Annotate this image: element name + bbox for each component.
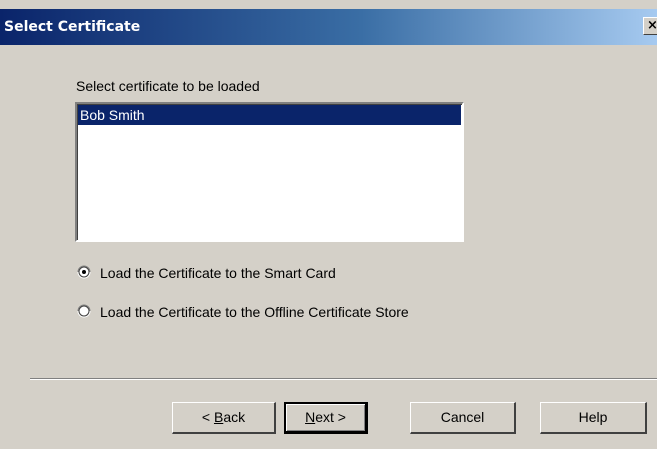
select-certificate-dialog: Select Certificate × Select certificate … [0,0,657,449]
certificate-list-label: Select certificate to be loaded [76,78,260,94]
button-separator [30,378,657,380]
back-button-rest: ack [223,409,246,425]
next-button-rest: ext > [315,409,346,425]
cancel-button[interactable]: Cancel [410,402,516,434]
back-button-prefix: < [201,409,214,425]
radio-button-checked[interactable] [77,265,91,279]
back-button-mnemonic: B [213,409,224,425]
help-button[interactable]: Help [540,402,647,434]
close-button[interactable]: × [643,17,657,35]
certificate-list-item[interactable]: Bob Smith [78,105,461,125]
back-button[interactable]: < Back [172,402,276,434]
title-bar[interactable]: Select Certificate × [0,9,657,45]
offline-store-option-label: Load the Certificate to the Offline Cert… [100,304,409,320]
certificate-listbox[interactable]: Bob Smith [75,102,464,242]
next-button[interactable]: Next > [284,402,368,434]
radio-button-unchecked[interactable] [77,304,91,318]
window-title: Select Certificate [4,19,141,35]
next-button-mnemonic: N [305,409,316,425]
smart-card-option-label: Load the Certificate to the Smart Card [100,265,336,281]
close-icon: × [647,18,657,33]
